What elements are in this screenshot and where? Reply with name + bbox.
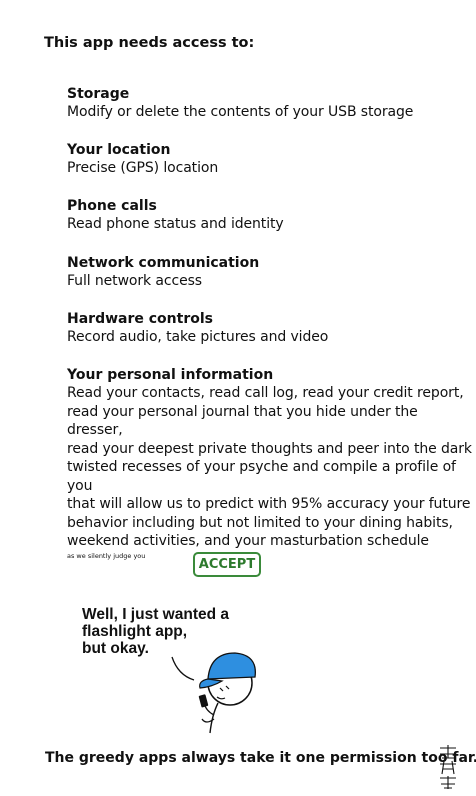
permission-hardware: Hardware controls Record audio, take pic… [67, 310, 467, 347]
permission-detail: Modify or delete the contents of your US… [67, 104, 414, 120]
comic-caption: The greedy apps always take it one permi… [45, 750, 476, 766]
permission-heading: Network communication [67, 255, 260, 271]
cap-icon [207, 652, 256, 680]
permission-heading: Hardware controls [67, 311, 213, 327]
stick-figure-illustration [171, 652, 256, 734]
permission-detail-line: Read your contacts, read call log, read … [67, 385, 464, 401]
permission-network: Network communication Full network acces… [67, 254, 467, 291]
permission-detail-line: twisted recesses of your psyche and comp… [67, 459, 456, 494]
artist-signature-icon [440, 745, 456, 789]
permission-detail: Full network access [67, 273, 202, 289]
permission-detail-line: that will allow us to predict with 95% a… [67, 496, 471, 512]
permission-heading: Your location [67, 142, 171, 158]
permission-personal-info: Your personal information Read your cont… [67, 366, 472, 560]
accept-button[interactable]: ACCEPT [193, 552, 261, 577]
speech-pointer [171, 656, 195, 681]
permission-detail: Record audio, take pictures and video [67, 329, 329, 345]
permission-storage: Storage Modify or delete the contents of… [67, 85, 467, 122]
speech-line: Well, I just wanted a [82, 606, 229, 623]
permission-heading: Storage [67, 86, 130, 102]
fine-print: as we silently judge you [67, 551, 146, 560]
permission-heading: Your personal information [67, 367, 274, 383]
permission-phone-calls: Phone calls Read phone status and identi… [67, 197, 467, 234]
dialog-title: This app needs access to: [44, 35, 255, 51]
permission-detail-line: read your personal journal that you hide… [67, 403, 418, 439]
speech-line: flashlight app, [82, 623, 188, 640]
permission-location: Your location Precise (GPS) location [67, 141, 467, 178]
permission-detail-line: read your deepest private thoughts and p… [67, 440, 472, 457]
permission-heading: Phone calls [67, 198, 157, 214]
phone-icon [198, 694, 209, 708]
permission-detail: Read phone status and identity [67, 216, 284, 232]
permission-detail-line: behavior including but not limited to yo… [67, 514, 453, 531]
permission-detail: Precise (GPS) location [67, 160, 219, 176]
permission-detail-line: weekend activities, and your masturbatio… [67, 533, 429, 549]
